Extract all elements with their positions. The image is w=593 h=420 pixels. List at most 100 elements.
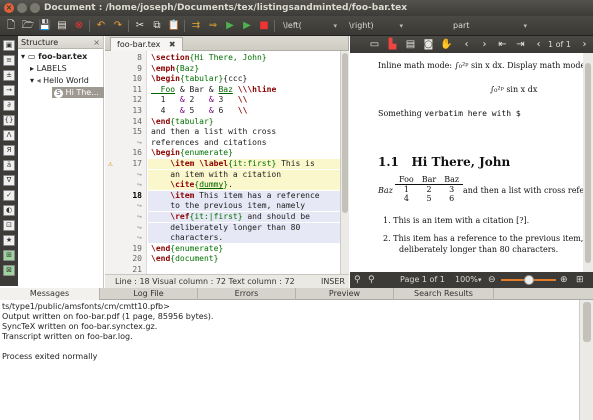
- scroll-thumb[interactable]: [342, 53, 348, 213]
- open-file-icon[interactable]: 🗁: [21, 19, 35, 33]
- tree-item-file[interactable]: ▾ ▭ foo-bar.tex: [21, 51, 87, 62]
- code-line[interactable]: 4 & 5 & 6 \\: [148, 106, 347, 116]
- code-line[interactable]: \begin{enumerate}: [148, 148, 347, 158]
- code-line[interactable]: to the previous item, namely: [148, 201, 347, 212]
- copy-icon[interactable]: ⧉: [150, 19, 164, 33]
- paste-icon[interactable]: 📋: [167, 19, 181, 33]
- close-file-icon[interactable]: ⊗: [72, 19, 86, 33]
- cyrillic-icon[interactable]: Я: [3, 145, 15, 156]
- save-file-icon[interactable]: 💾: [38, 19, 52, 33]
- zoom-out-icon[interactable]: ⊖: [488, 272, 496, 288]
- code-line[interactable]: Foo & Bar & Baz \\\hline: [148, 85, 347, 95]
- fit-icon[interactable]: ⊞: [576, 272, 584, 288]
- bookmark-icon[interactable]: ▣: [3, 40, 15, 51]
- close-window-icon[interactable]: ×: [4, 3, 14, 13]
- code-line[interactable]: 1 & 2 & 3 \\: [148, 95, 347, 105]
- messages-scrollbar[interactable]: [579, 300, 593, 420]
- save-all-icon[interactable]: ▤: [55, 19, 69, 33]
- next-icon[interactable]: ›: [478, 38, 491, 51]
- tab-errors[interactable]: Errors: [198, 288, 296, 300]
- asymptote-icon[interactable]: ⊡: [3, 220, 15, 231]
- code-line[interactable]: \end{document}: [148, 254, 347, 264]
- previous-icon[interactable]: ‹: [460, 38, 473, 51]
- editor-scrollbar[interactable]: [340, 51, 349, 274]
- zoom-in-icon[interactable]: ⊕: [560, 272, 568, 288]
- warning-icon[interactable]: ⚠: [108, 159, 113, 169]
- code-line[interactable]: \end{enumerate}: [148, 244, 347, 254]
- tree-item-subsection[interactable]: S Hi The...: [52, 87, 104, 98]
- zoom-level[interactable]: 100%: [455, 272, 478, 288]
- minimize-window-icon[interactable]: [17, 3, 27, 13]
- misc-symbols-icon[interactable]: ∂: [3, 100, 15, 111]
- external-pdf-icon[interactable]: ▙: [386, 38, 399, 51]
- code-line[interactable]: \item This item has a reference: [148, 190, 347, 201]
- code-line[interactable]: \emph{Baz}: [148, 64, 347, 74]
- windowed-icon[interactable]: ▭: [368, 38, 381, 51]
- tab-search-results[interactable]: Search Results: [394, 288, 494, 300]
- next-page-icon[interactable]: ›: [578, 38, 591, 51]
- code-line[interactable]: and then a list with cross: [148, 127, 347, 137]
- tab-foo-bar[interactable]: foo-bar.tex ✖: [110, 37, 183, 51]
- quick-build-icon[interactable]: ⇒: [206, 19, 220, 33]
- stop-icon[interactable]: ■: [257, 19, 271, 33]
- maximize-window-icon[interactable]: [30, 3, 40, 13]
- code-line[interactable]: references and citations: [148, 138, 347, 148]
- last-page-icon[interactable]: ⇥: [514, 38, 527, 51]
- expand-icon[interactable]: ▸: [30, 64, 34, 73]
- scroll-thumb[interactable]: [583, 302, 591, 342]
- delimiters-icon[interactable]: {}: [3, 115, 15, 126]
- new-file-icon[interactable]: 🗋: [4, 19, 18, 33]
- pdf-page[interactable]: Inline math mode: ∫₀²ᵖ sin x dx. Display…: [350, 53, 583, 272]
- sectioning-select[interactable]: part ▾: [450, 19, 530, 33]
- metapost-icon[interactable]: ✓: [3, 190, 15, 201]
- hand-tool-icon[interactable]: ✋: [440, 38, 453, 51]
- code-line[interactable]: \section{Hi There, John}: [148, 53, 347, 63]
- zoom-slider-handle[interactable]: [524, 275, 534, 285]
- leftright-icon[interactable]: ⊠: [3, 265, 15, 276]
- view-pdf-icon[interactable]: ▶: [240, 19, 254, 33]
- pdf-scrollbar[interactable]: [583, 53, 593, 272]
- close-icon[interactable]: ×: [93, 36, 100, 49]
- redo-icon[interactable]: ↷: [111, 19, 125, 33]
- code-line[interactable]: characters.: [148, 233, 347, 244]
- tab-messages[interactable]: Messages: [0, 288, 100, 300]
- expand-icon[interactable]: ▾: [21, 52, 25, 61]
- camera-icon[interactable]: ◙: [422, 38, 435, 51]
- code-line[interactable]: \ref{it:|first} and should be: [148, 212, 347, 222]
- code-line[interactable]: an item with a citation: [148, 169, 347, 180]
- tab-preview[interactable]: Preview: [296, 288, 394, 300]
- code-line[interactable]: deliberately longer than 80: [148, 222, 347, 233]
- right-delimiter-select[interactable]: \right) ▾: [346, 19, 406, 33]
- left-delimiter-select[interactable]: \left(▾: [280, 19, 340, 33]
- first-page-icon[interactable]: ⇤: [496, 38, 509, 51]
- code-line[interactable]: \end{tabular}: [148, 117, 347, 127]
- sync-icon[interactable]: ⚲: [354, 272, 361, 288]
- arrow-symbols-icon[interactable]: →: [3, 85, 15, 96]
- scroll-thumb[interactable]: [585, 63, 591, 263]
- pstricks-icon[interactable]: ∇: [3, 175, 15, 186]
- fit-page-icon[interactable]: ▤: [404, 38, 417, 51]
- code-editor[interactable]: 8 9 10 11 12 13 14 15 ↪ 16 17 ⚠ ↪ ↪ 18 ↪ ↪ ↪ ↪ 19 20 21 \sect…: [105, 51, 349, 274]
- build-run-icon[interactable]: ⇉: [189, 19, 203, 33]
- code-line[interactable]: \item \label{it:first} This is: [148, 159, 347, 169]
- code-line[interactable]: \begin{tabular}{ccc}: [148, 74, 347, 84]
- tab-log-file[interactable]: Log File: [100, 288, 198, 300]
- favorites-icon[interactable]: ★: [3, 235, 15, 246]
- expand-icon[interactable]: ▾: [30, 76, 34, 85]
- foreign-icon[interactable]: ä: [3, 160, 15, 171]
- cut-icon[interactable]: ✂: [133, 19, 147, 33]
- chevron-down-icon[interactable]: ▾: [478, 272, 482, 288]
- tree-item-section[interactable]: ▾ ◂ Hello World: [30, 75, 89, 86]
- tree-item-labels[interactable]: ▸ LABELS: [30, 63, 67, 74]
- structure-icon[interactable]: ≡: [3, 55, 15, 66]
- undo-icon[interactable]: ↶: [94, 19, 108, 33]
- tikz-icon[interactable]: ◐: [3, 205, 15, 216]
- sync-cursor-icon[interactable]: ⚲: [368, 272, 375, 288]
- close-tab-icon[interactable]: ✖: [169, 40, 176, 49]
- compile-icon[interactable]: ▶: [223, 19, 237, 33]
- relation-symbols-icon[interactable]: ±: [3, 70, 15, 81]
- greek-icon[interactable]: Λ: [3, 130, 15, 141]
- user-icon[interactable]: ⊞: [3, 250, 15, 261]
- previous-page-icon[interactable]: ‹: [532, 38, 545, 51]
- code-line[interactable]: \cite{dummy}.: [148, 180, 347, 191]
